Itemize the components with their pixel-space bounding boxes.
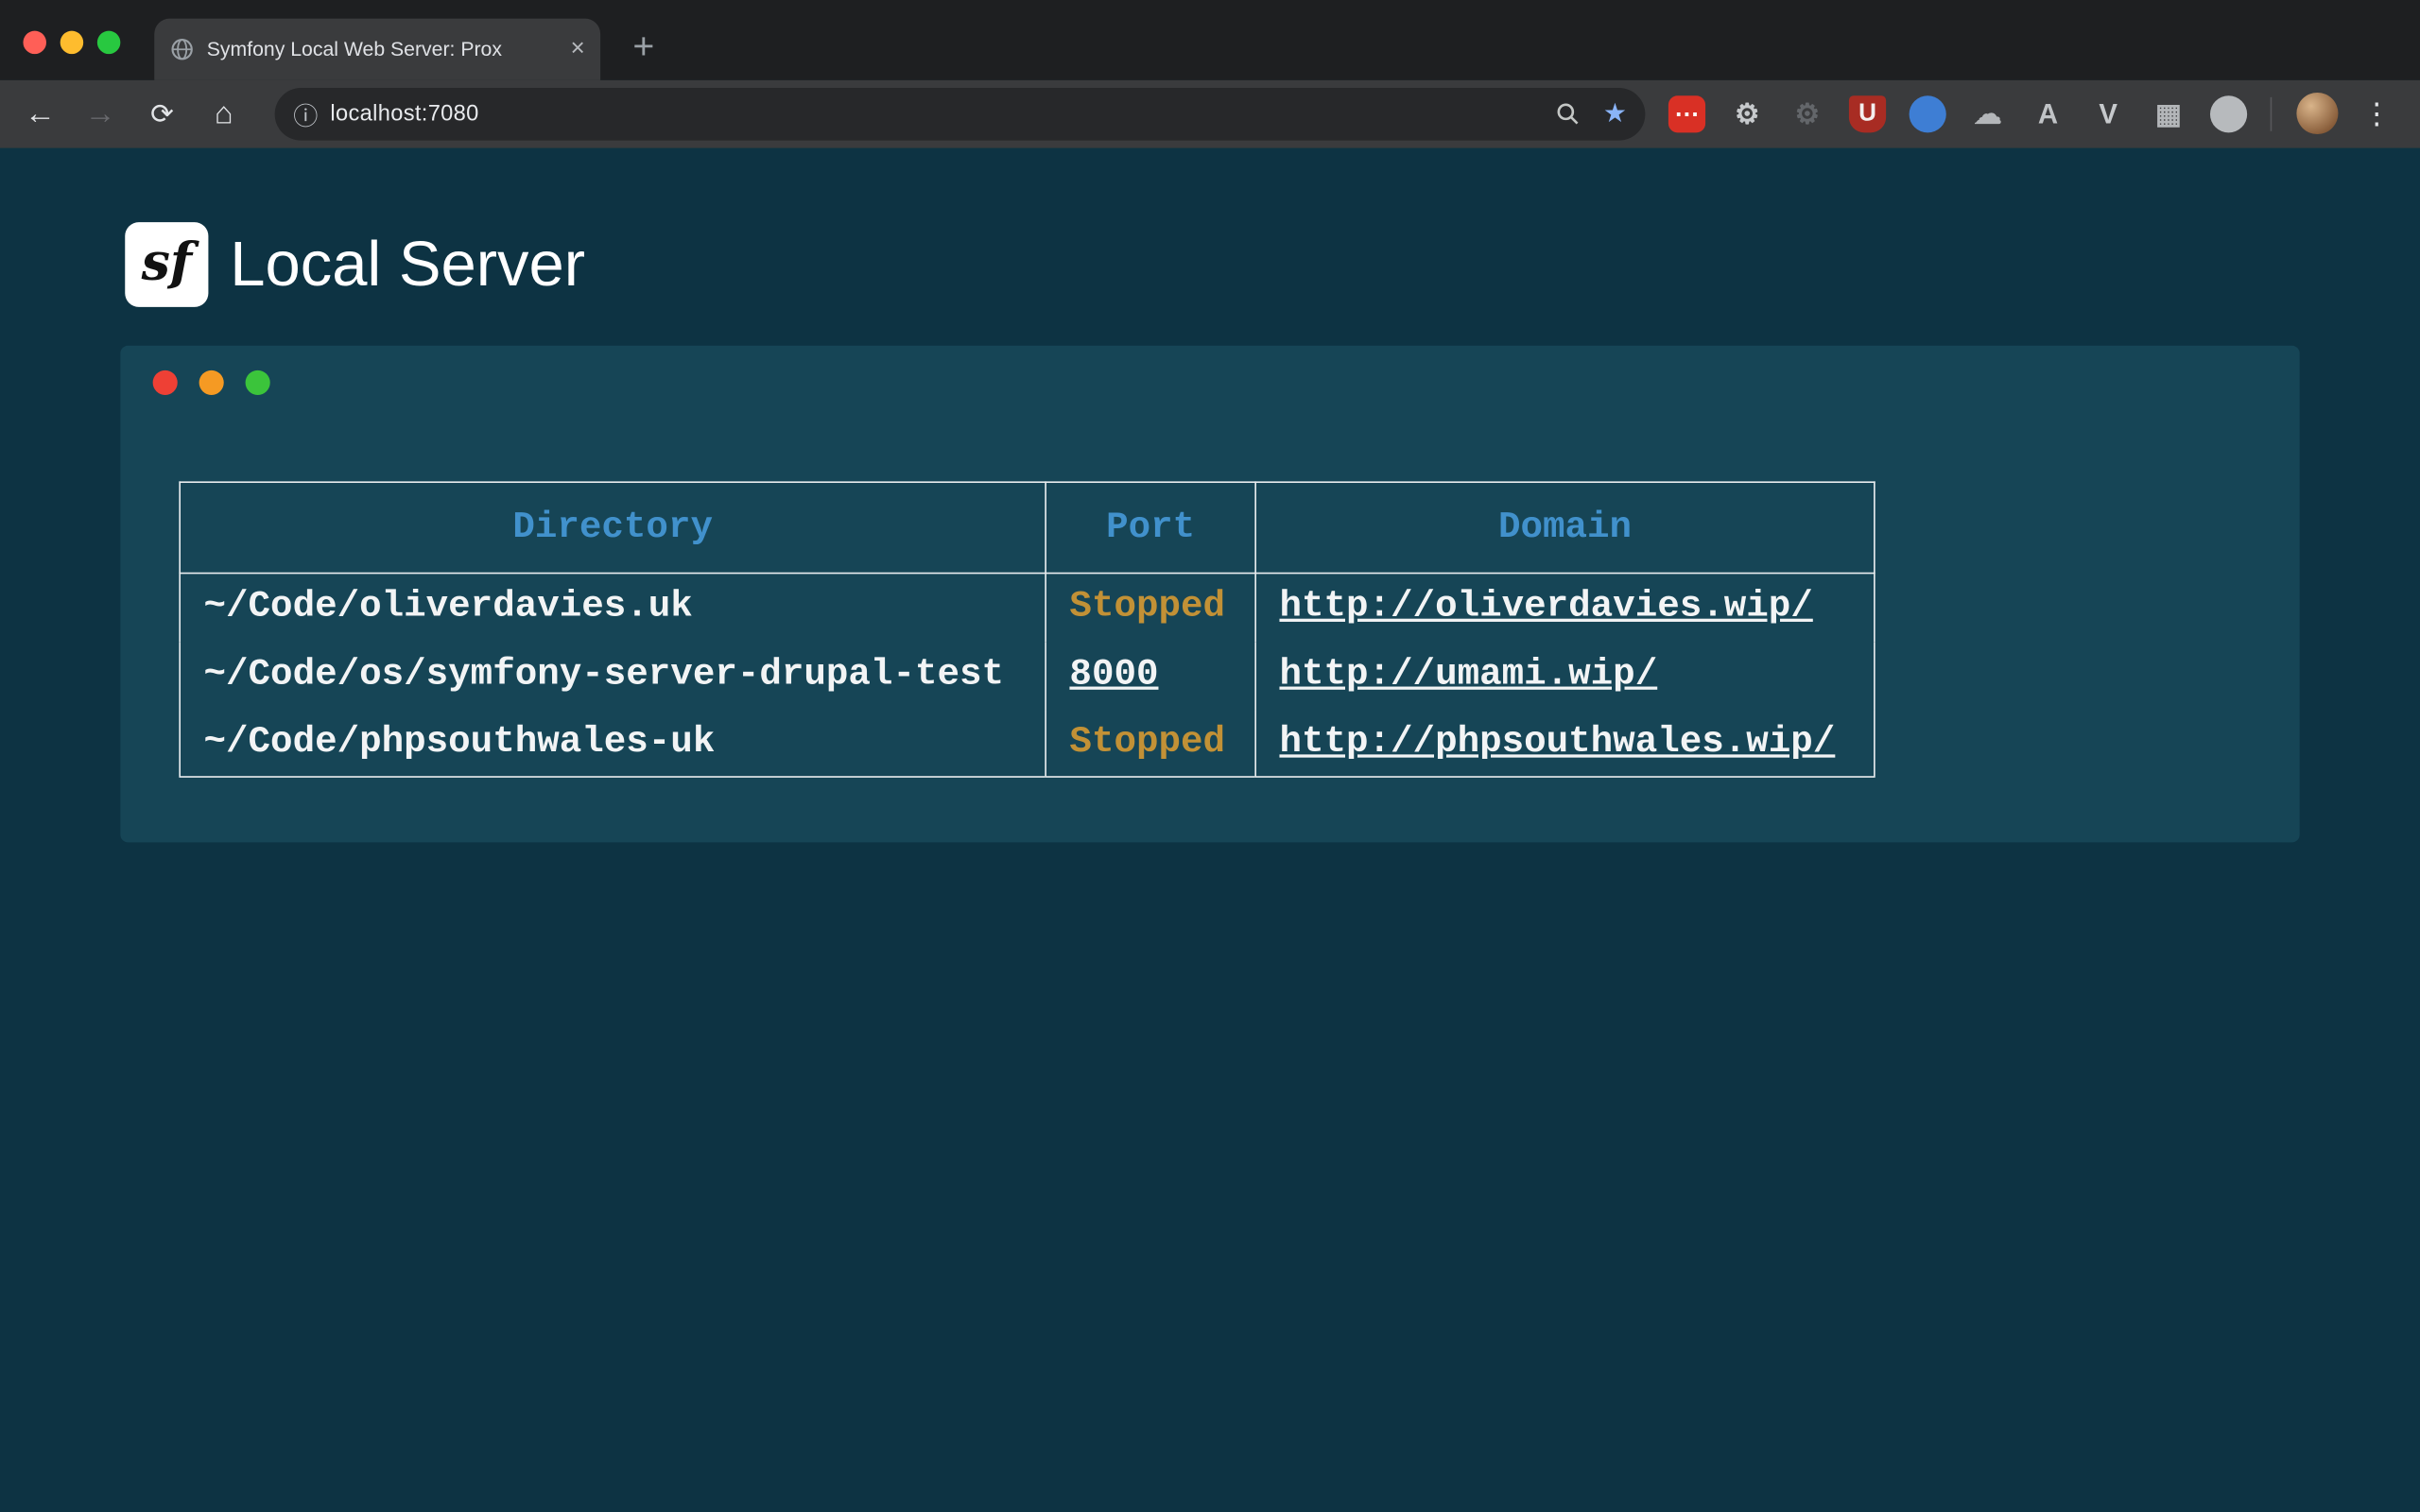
domain-cell: http://phpsouthwales.wip/ xyxy=(1255,709,1875,777)
domain-link[interactable]: http://umami.wip/ xyxy=(1279,654,1657,696)
profile-avatar[interactable] xyxy=(2296,93,2338,134)
ublock-extension-icon[interactable]: U xyxy=(1849,95,1886,132)
window-controls xyxy=(23,31,120,54)
toolbar-separator xyxy=(2271,97,2273,131)
table-row: ~/Code/oliverdavies.uk Stopped http://ol… xyxy=(180,574,1875,642)
port-cell: Stopped xyxy=(1046,574,1255,642)
back-button[interactable]: ← xyxy=(14,88,67,141)
address-bar[interactable]: ⓘ localhost:7080 ★ xyxy=(275,88,1646,141)
table-row: ~/Code/phpsouthwales-uk Stopped http://p… xyxy=(180,709,1875,777)
panel-red-dot xyxy=(153,370,178,395)
domain-link[interactable]: http://phpsouthwales.wip/ xyxy=(1279,722,1835,764)
symfony-logo: sf xyxy=(125,222,208,307)
page-title: Local Server xyxy=(230,222,585,307)
port-status: Stopped xyxy=(1069,587,1225,628)
directory-cell: ~/Code/os/symfony-server-drupal-test xyxy=(180,641,1046,709)
tab-title: Symfony Local Web Server: Prox xyxy=(207,37,502,60)
column-header-directory: Directory xyxy=(180,482,1046,573)
domain-cell: http://oliverdavies.wip/ xyxy=(1255,574,1875,642)
home-button[interactable]: ⌂ xyxy=(198,88,251,141)
browser-toolbar: ← → ⟳ ⌂ ⓘ localhost:7080 ★ ⋯ ⚙ ⚙ U ☁ A V xyxy=(0,80,2420,148)
browser-tab[interactable]: Symfony Local Web Server: Prox × xyxy=(154,19,600,80)
domain-cell: http://umami.wip/ xyxy=(1255,641,1875,709)
letter-v-extension-icon[interactable]: V xyxy=(2090,95,2127,132)
zoom-icon[interactable] xyxy=(1554,100,1582,128)
panel-green-dot xyxy=(246,370,270,395)
tab-title-wrap: Symfony Local Web Server: Prox xyxy=(207,36,562,63)
cloud-extension-icon[interactable]: ☁ xyxy=(1969,95,2006,132)
gear-dark-extension-icon[interactable]: ⚙ xyxy=(1789,95,1825,132)
port-cell: Stopped xyxy=(1046,709,1255,777)
column-header-domain: Domain xyxy=(1255,482,1875,573)
directory-cell: ~/Code/oliverdavies.uk xyxy=(180,574,1046,642)
red-dots-extension-icon[interactable]: ⋯ xyxy=(1668,95,1705,132)
port-status: Stopped xyxy=(1069,722,1225,764)
directory-cell: ~/Code/phpsouthwales-uk xyxy=(180,709,1046,777)
table-header-row: Directory Port Domain xyxy=(180,482,1875,573)
panel-traffic-dots xyxy=(153,370,270,395)
browser-menu-icon[interactable]: ⋮ xyxy=(2359,88,2395,141)
tab-strip: Symfony Local Web Server: Prox × + xyxy=(0,0,2420,80)
blue-disc-extension-icon[interactable] xyxy=(1910,95,1946,132)
extensions-bar: ⋯ ⚙ ⚙ U ☁ A V ▦ xyxy=(1668,88,2247,141)
tab-favicon-globe-icon xyxy=(170,37,195,61)
new-tab-button[interactable]: + xyxy=(620,25,666,71)
grid-extension-icon[interactable]: ▦ xyxy=(2150,95,2187,132)
symfony-logo-glyph: sf xyxy=(142,236,193,287)
panel-orange-dot xyxy=(199,370,224,395)
gear-light-extension-icon[interactable]: ⚙ xyxy=(1729,95,1766,132)
column-header-port: Port xyxy=(1046,482,1255,573)
table-row: ~/Code/os/symfony-server-drupal-test 800… xyxy=(180,641,1875,709)
letter-a-extension-icon[interactable]: A xyxy=(2030,95,2066,132)
servers-table: Directory Port Domain ~/Code/oliverdavie… xyxy=(179,481,1875,777)
reload-button[interactable]: ⟳ xyxy=(136,88,189,141)
site-info-icon[interactable]: ⓘ xyxy=(293,95,318,132)
window-maximize-button[interactable] xyxy=(97,31,120,54)
domain-link[interactable]: http://oliverdavies.wip/ xyxy=(1279,587,1812,628)
port-cell: 8000 xyxy=(1046,641,1255,709)
tab-close-icon[interactable]: × xyxy=(571,37,585,61)
page-content: sf Local Server Directory Port Domain xyxy=(0,148,2420,1512)
window-close-button[interactable] xyxy=(23,31,45,54)
server-panel: Directory Port Domain ~/Code/oliverdavie… xyxy=(120,346,2299,843)
url-text: localhost:7080 xyxy=(330,102,478,127)
octocat-extension-icon[interactable] xyxy=(2210,95,2247,132)
bookmark-star-icon[interactable]: ★ xyxy=(1603,98,1627,129)
forward-button[interactable]: → xyxy=(74,88,127,141)
browser-window: Symfony Local Web Server: Prox × + ← → ⟳… xyxy=(0,0,2420,1512)
port-link[interactable]: 8000 xyxy=(1069,654,1158,696)
window-minimize-button[interactable] xyxy=(60,31,83,54)
